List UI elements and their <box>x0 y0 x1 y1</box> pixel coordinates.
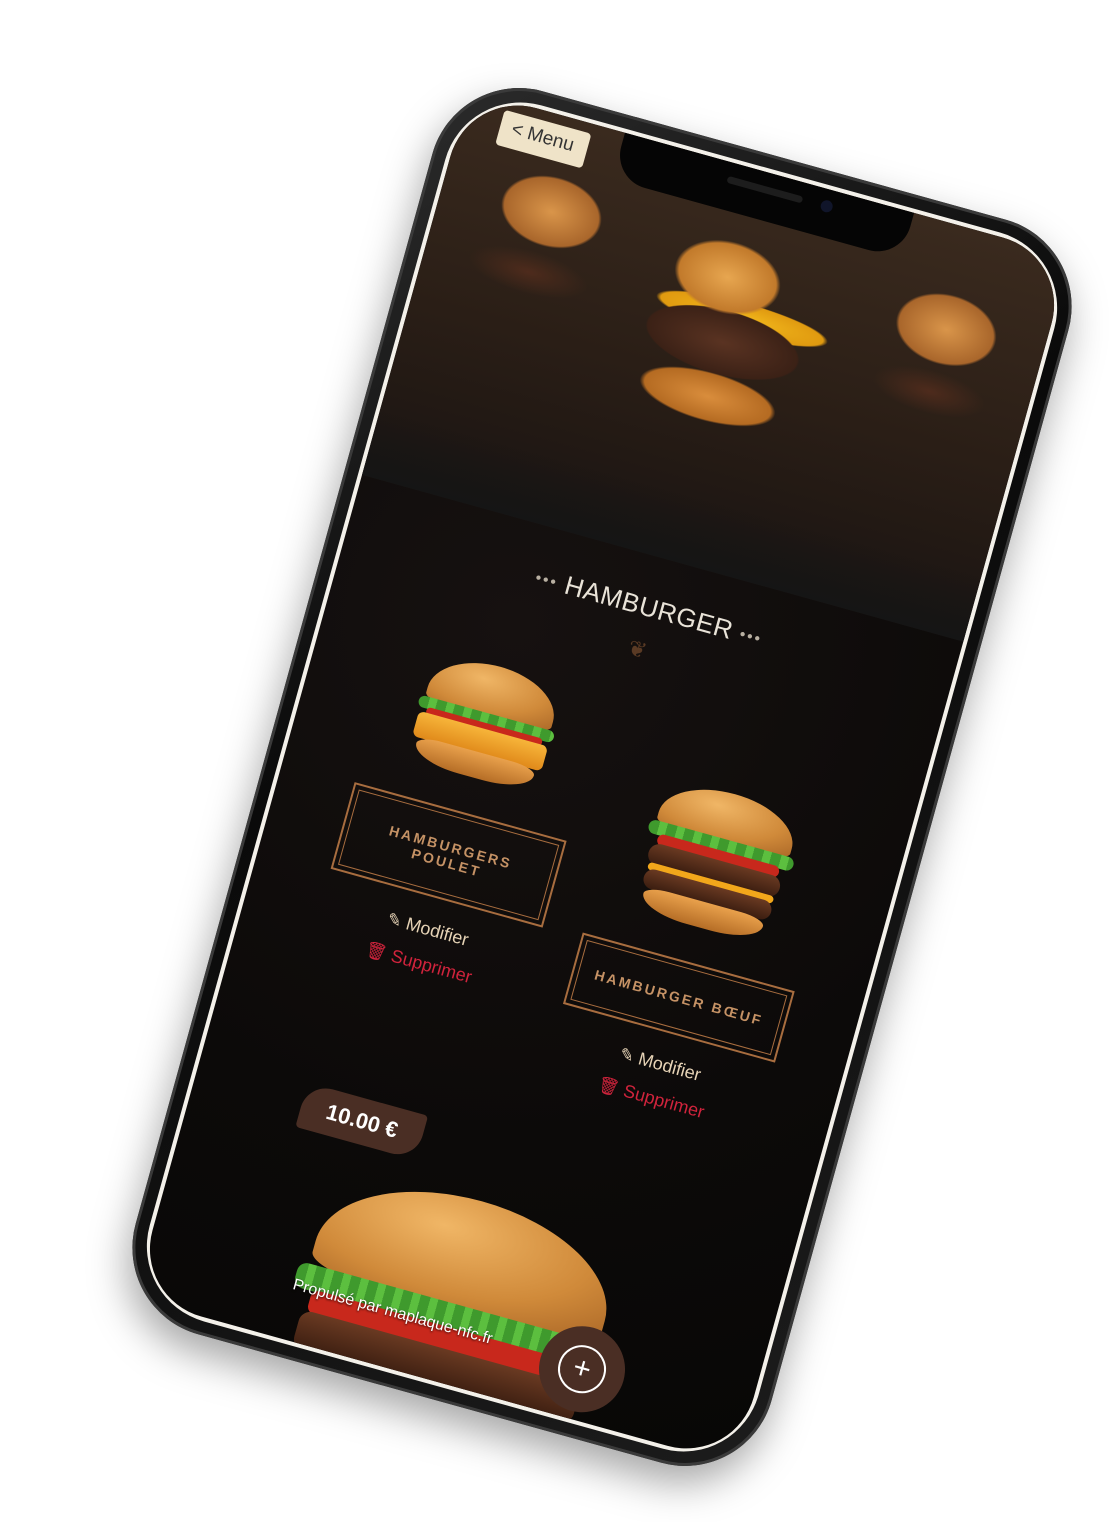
price-badge: 10.00 € <box>295 1082 429 1161</box>
phone-frame: < Menu ••• HAMBURGER ••• ❦ Hamburgers po… <box>111 67 1093 1487</box>
chicken-burger-image <box>350 634 621 811</box>
edit-icon: ✎ <box>385 909 405 932</box>
title-dots-left: ••• <box>533 569 560 592</box>
edit-label: Modifier <box>403 913 471 950</box>
title-dots-right: ••• <box>737 626 764 649</box>
front-camera <box>819 198 835 214</box>
item-name: Hamburgers poulet <box>337 789 560 921</box>
trash-icon: 🗑 <box>363 939 390 964</box>
beef-burger-image <box>578 761 856 961</box>
stage: < Menu ••• HAMBURGER ••• ❦ Hamburgers po… <box>0 0 1117 1522</box>
trash-icon: 🗑 <box>595 1074 622 1099</box>
featured-burger-image <box>267 1159 637 1465</box>
delete-label: Supprimer <box>388 945 475 988</box>
speaker-grille <box>726 175 804 204</box>
plus-circle-icon: + <box>552 1339 612 1399</box>
edit-label: Modifier <box>636 1048 704 1085</box>
delete-label: Supprimer <box>621 1080 707 1123</box>
edit-icon: ✎ <box>617 1044 637 1067</box>
